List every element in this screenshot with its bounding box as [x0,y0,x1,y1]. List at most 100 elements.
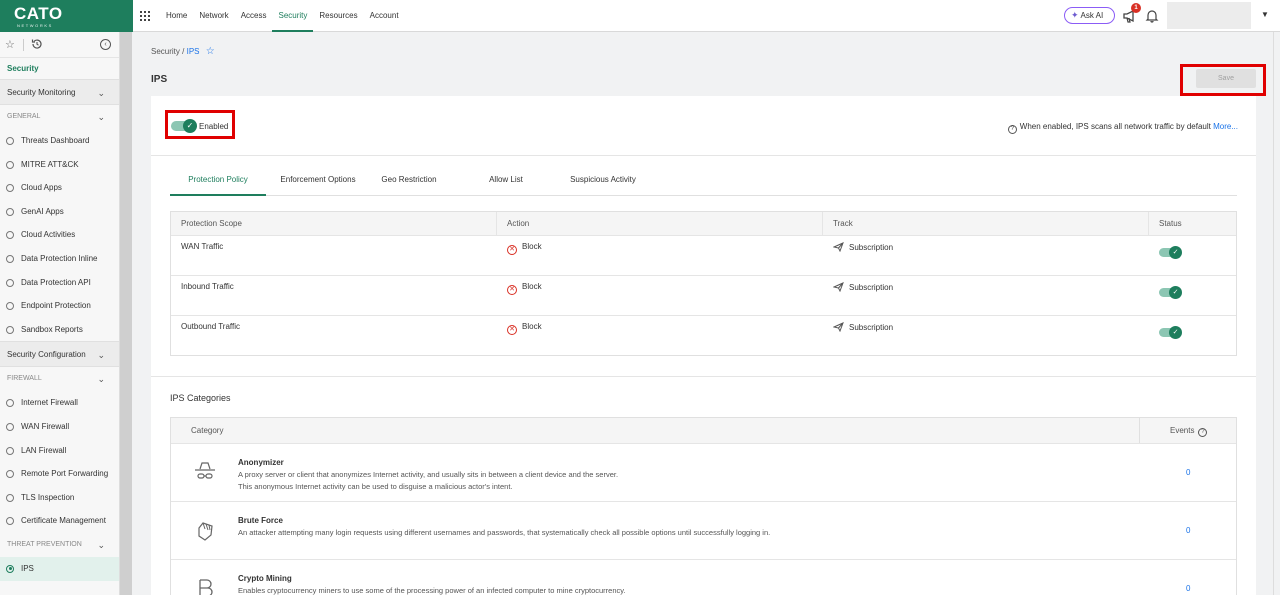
sidebar-item-tls-inspection[interactable]: TLS Inspection [0,486,119,510]
column-header-events: Events? [1139,418,1237,443]
tab-suspicious-activity[interactable]: Suspicious Activity [560,156,646,196]
info-description: When enabled, IPS scans all network traf… [1019,122,1211,131]
sidebar-item-cloud-apps[interactable]: Cloud Apps [0,176,119,200]
category-description: A proxy server or client that anonymizes… [238,469,1118,493]
breadcrumb-parent[interactable]: Security [151,47,180,56]
status-toggle[interactable] [1159,245,1182,259]
sidebar-subgroup-threat-prevention[interactable]: THREAT PREVENTION ⌄ [0,533,119,557]
sidebar-item-certificate-management[interactable]: Certificate Management [0,509,119,533]
sidebar-item-data-protection-api[interactable]: Data Protection API [0,271,119,295]
page-title: IPS [151,74,168,85]
sparkle-icon: ✦ [1071,10,1079,20]
sidebar-toolbar: ☆ ‹ [0,32,119,58]
track-label: Subscription [849,283,894,292]
favorites-star-icon[interactable]: ☆ [5,38,15,51]
nav-network[interactable]: Network [193,0,234,32]
category-row[interactable]: Brute Force An attacker attempting many … [171,501,1236,559]
sidebar-scrollbar[interactable] [120,32,132,595]
track-cell[interactable]: Subscription [823,276,1149,315]
group-label: Security Monitoring [7,88,76,97]
table-row[interactable]: Inbound Traffic ✕ Block Subscription [171,275,1236,315]
category-row[interactable]: Anonymizer A proxy server or client that… [171,443,1236,501]
tab-geo-restriction[interactable]: Geo Restriction [370,156,448,196]
action-label: Block [522,242,542,251]
chevron-down-icon: ⌄ [97,350,105,361]
action-cell[interactable]: ✕ Block [497,276,823,315]
favorite-star-icon[interactable]: ☆ [206,46,215,57]
logo[interactable]: CATO NETWORKS [0,0,133,32]
sidebar-item-wan-firewall[interactable]: WAN Firewall [0,415,119,439]
track-cell[interactable]: Subscription [823,316,1149,355]
chevron-down-icon: ⌄ [97,112,105,122]
events-count[interactable]: 0 [1186,468,1190,477]
events-count[interactable]: 0 [1186,526,1190,535]
track-cell[interactable]: Subscription [823,236,1149,275]
sidebar-item-data-protection-inline[interactable]: Data Protection Inline [0,247,119,271]
port-forwarding-icon [6,470,14,479]
sidebar-subgroup-firewall[interactable]: FIREWALL ⌄ [0,367,119,391]
categories-table: Category Events? Anonymizer A proxy serv… [170,417,1237,595]
sparkle-icon [6,207,14,216]
main-scrollbar[interactable] [1273,32,1280,595]
action-cell[interactable]: ✕ Block [497,236,823,275]
sidebar-item-label: GenAI Apps [21,206,64,216]
tab-allow-list[interactable]: Allow List [470,156,542,196]
sidebar-item-label: Data Protection API [21,277,91,287]
mitre-icon [6,160,14,169]
status-toggle[interactable] [1159,325,1182,339]
table-row[interactable]: Outbound Traffic ✕ Block Subscription [171,315,1236,355]
paper-plane-icon [833,242,844,252]
status-toggle[interactable] [1159,285,1182,299]
category-row[interactable]: Crypto Mining Enables cryptocurrency min… [171,559,1236,595]
bell-icon[interactable] [1145,9,1159,23]
sidebar-item-cloud-activities[interactable]: Cloud Activities [0,223,119,247]
chevron-down-icon[interactable]: ▼ [1261,10,1269,19]
sidebar-item-remote-port-forwarding[interactable]: Remote Port Forwarding [0,462,119,486]
list-icon [6,231,14,240]
nav-account[interactable]: Account [364,0,405,32]
sidebar-item-endpoint-protection[interactable]: Endpoint Protection [0,294,119,318]
ask-ai-button[interactable]: ✦ Ask AI [1064,7,1115,24]
paper-plane-icon [833,282,844,292]
sidebar-item-lan-firewall[interactable]: LAN Firewall [0,439,119,463]
sidebar-group-security-configuration[interactable]: Security Configuration ⌄ [0,341,119,368]
apps-grid-icon[interactable] [140,11,150,21]
tab-enforcement-options[interactable]: Enforcement Options [272,156,364,196]
scope-cell: Inbound Traffic [181,282,234,291]
sidebar-item-internet-firewall[interactable]: Internet Firewall [0,391,119,415]
nav-home[interactable]: Home [160,0,193,32]
events-count[interactable]: 0 [1186,584,1190,593]
fist-icon [198,522,213,541]
sidebar-item-label: Internet Firewall [21,398,78,408]
sidebar-item-ips[interactable]: IPS [0,556,119,581]
chevron-down-icon: ⌄ [97,88,105,98]
nav-security[interactable]: Security [272,0,314,32]
info-text: ? When enabled, IPS scans all network tra… [1007,122,1238,134]
bitcoin-icon [199,579,213,595]
toolbar-divider [23,39,24,51]
help-icon[interactable]: ? [1198,428,1208,437]
column-header-status: Status [1159,219,1182,228]
sidebar-item-sandbox-reports[interactable]: Sandbox Reports [0,318,119,342]
help-icon: ? [1007,125,1017,134]
track-label: Subscription [849,243,894,252]
sidebar-subgroup-general[interactable]: GENERAL ⌄ [0,105,119,129]
ips-settings-card: Enabled ?When enabled, IPS scans all net… [151,96,1256,376]
nav-resources[interactable]: Resources [313,0,363,32]
sidebar-item-threats-dashboard[interactable]: Threats Dashboard [0,129,119,153]
nav-access[interactable]: Access [235,0,273,32]
user-account-menu[interactable] [1167,2,1251,29]
chevron-down-icon: ⌄ [97,374,105,385]
more-link[interactable]: More... [1213,122,1238,131]
sidebar-item-genai-apps[interactable]: GenAI Apps [0,200,119,224]
table-row[interactable]: WAN Traffic ✕ Block Subscription [171,235,1236,275]
action-label: Block [522,282,542,291]
action-cell[interactable]: ✕ Block [497,316,823,355]
sidebar-group-security-monitoring[interactable]: Security Monitoring ⌄ [0,79,119,105]
history-icon[interactable] [31,38,43,50]
column-header-action: Action [497,212,823,235]
tab-protection-policy[interactable]: Protection Policy [170,156,266,196]
sidebar-item-mitre[interactable]: MITRE ATT&CK [0,153,119,177]
collapse-sidebar-icon[interactable]: ‹ [100,39,111,50]
block-icon: ✕ [507,245,517,255]
